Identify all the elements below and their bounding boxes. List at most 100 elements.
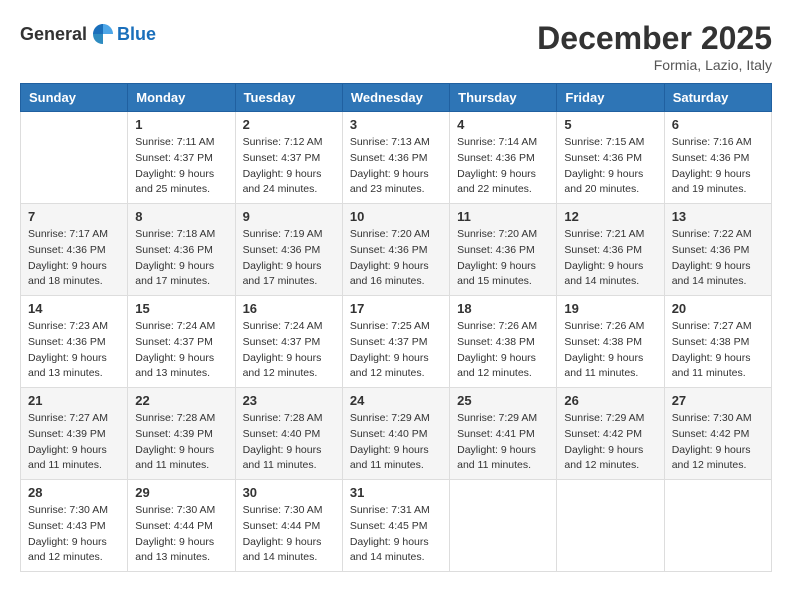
day-cell [21,112,128,204]
day-cell: 31 Sunrise: 7:31 AMSunset: 4:45 PMDayligh… [342,480,449,572]
day-number: 6 [672,117,764,132]
day-info: Sunrise: 7:21 AMSunset: 4:36 PMDaylight:… [564,227,656,290]
day-cell: 10Sunrise: 7:20 AMSunset: 4:36 PMDayligh… [342,204,449,296]
day-info: Sunrise: 7:29 AMSunset: 4:41 PMDaylight:… [457,411,549,474]
day-cell: 18Sunrise: 7:26 AMSunset: 4:38 PMDayligh… [450,296,557,388]
day-info: Sunrise: 7:12 AMSunset: 4:37 PMDaylight:… [243,135,335,198]
day-cell: 8Sunrise: 7:18 AMSunset: 4:36 PMDaylight… [128,204,235,296]
day-number: 15 [135,301,227,316]
day-number: 7 [28,209,120,224]
day-cell: 7 Sunrise: 7:17 AMSunset: 4:36 PMDaylight… [21,204,128,296]
day-cell: 17 Sunrise: 7:25 AMSunset: 4:37 PMDayligh… [342,296,449,388]
day-cell: 3Sunrise: 7:13 AMSunset: 4:36 PMDaylight… [342,112,449,204]
day-number: 17 [350,301,442,316]
day-cell: 5 Sunrise: 7:15 AMSunset: 4:36 PMDaylight… [557,112,664,204]
day-cell: 15 Sunrise: 7:24 AMSunset: 4:37 PMDayligh… [128,296,235,388]
calendar-table: SundayMondayTuesdayWednesdayThursdayFrid… [20,83,772,572]
day-number: 11 [457,209,549,224]
day-info: Sunrise: 7:23 AMSunset: 4:36 PMDaylight:… [28,319,120,382]
day-number: 29 [135,485,227,500]
day-cell: 4Sunrise: 7:14 AMSunset: 4:36 PMDaylight… [450,112,557,204]
day-number: 5 [564,117,656,132]
column-header-monday: Monday [128,84,235,112]
day-info: Sunrise: 7:30 AMSunset: 4:42 PMDaylight:… [672,411,764,474]
day-cell: 26Sunrise: 7:29 AMSunset: 4:42 PMDayligh… [557,388,664,480]
day-number: 9 [243,209,335,224]
day-cell [557,480,664,572]
logo-general: General [20,24,87,45]
day-cell: 14 Sunrise: 7:23 AMSunset: 4:36 PMDayligh… [21,296,128,388]
day-info: Sunrise: 7:17 AMSunset: 4:36 PMDaylight:… [28,227,120,290]
day-number: 19 [564,301,656,316]
day-number: 10 [350,209,442,224]
column-header-saturday: Saturday [664,84,771,112]
day-cell: 16Sunrise: 7:24 AMSunset: 4:37 PMDayligh… [235,296,342,388]
day-info: Sunrise: 7:28 AMSunset: 4:39 PMDaylight:… [135,411,227,474]
day-cell: 9 Sunrise: 7:19 AMSunset: 4:36 PMDaylight… [235,204,342,296]
day-info: Sunrise: 7:15 AMSunset: 4:36 PMDaylight:… [564,135,656,198]
day-cell: 27 Sunrise: 7:30 AMSunset: 4:42 PMDayligh… [664,388,771,480]
day-info: Sunrise: 7:13 AMSunset: 4:36 PMDaylight:… [350,135,442,198]
day-number: 14 [28,301,120,316]
day-cell: 1 Sunrise: 7:11 AMSunset: 4:37 PMDaylight… [128,112,235,204]
day-info: Sunrise: 7:24 AMSunset: 4:37 PMDaylight:… [135,319,227,382]
day-cell: 21 Sunrise: 7:27 AMSunset: 4:39 PMDayligh… [21,388,128,480]
day-cell: 30 Sunrise: 7:30 AMSunset: 4:44 PMDayligh… [235,480,342,572]
day-info: Sunrise: 7:31 AMSunset: 4:45 PMDaylight:… [350,503,442,566]
day-number: 21 [28,393,120,408]
week-row-5: 28 Sunrise: 7:30 AMSunset: 4:43 PMDayligh… [21,480,772,572]
page-header: General Blue December 2025 Formia, Lazio… [20,20,772,73]
day-number: 30 [243,485,335,500]
day-number: 27 [672,393,764,408]
month-title: December 2025 [537,20,772,57]
day-number: 16 [243,301,335,316]
day-info: Sunrise: 7:27 AMSunset: 4:38 PMDaylight:… [672,319,764,382]
logo: General Blue [20,20,156,48]
header-row: SundayMondayTuesdayWednesdayThursdayFrid… [21,84,772,112]
day-info: Sunrise: 7:30 AMSunset: 4:44 PMDaylight:… [135,503,227,566]
day-cell: 13Sunrise: 7:22 AMSunset: 4:36 PMDayligh… [664,204,771,296]
day-info: Sunrise: 7:25 AMSunset: 4:37 PMDaylight:… [350,319,442,382]
day-number: 26 [564,393,656,408]
day-cell: 22Sunrise: 7:28 AMSunset: 4:39 PMDayligh… [128,388,235,480]
day-info: Sunrise: 7:27 AMSunset: 4:39 PMDaylight:… [28,411,120,474]
day-number: 1 [135,117,227,132]
day-number: 20 [672,301,764,316]
day-number: 13 [672,209,764,224]
week-row-1: 1 Sunrise: 7:11 AMSunset: 4:37 PMDaylight… [21,112,772,204]
day-number: 25 [457,393,549,408]
day-number: 24 [350,393,442,408]
location-subtitle: Formia, Lazio, Italy [537,57,772,73]
day-number: 23 [243,393,335,408]
day-cell: 11Sunrise: 7:20 AMSunset: 4:36 PMDayligh… [450,204,557,296]
day-info: Sunrise: 7:30 AMSunset: 4:43 PMDaylight:… [28,503,120,566]
day-cell: 28 Sunrise: 7:30 AMSunset: 4:43 PMDayligh… [21,480,128,572]
day-cell: 24Sunrise: 7:29 AMSunset: 4:40 PMDayligh… [342,388,449,480]
day-info: Sunrise: 7:18 AMSunset: 4:36 PMDaylight:… [135,227,227,290]
column-header-thursday: Thursday [450,84,557,112]
day-info: Sunrise: 7:30 AMSunset: 4:44 PMDaylight:… [243,503,335,566]
day-cell: 23Sunrise: 7:28 AMSunset: 4:40 PMDayligh… [235,388,342,480]
day-cell [450,480,557,572]
day-info: Sunrise: 7:26 AMSunset: 4:38 PMDaylight:… [564,319,656,382]
day-cell: 19 Sunrise: 7:26 AMSunset: 4:38 PMDayligh… [557,296,664,388]
day-number: 28 [28,485,120,500]
title-section: December 2025 Formia, Lazio, Italy [537,20,772,73]
day-number: 2 [243,117,335,132]
day-cell [664,480,771,572]
week-row-4: 21 Sunrise: 7:27 AMSunset: 4:39 PMDayligh… [21,388,772,480]
logo-icon [89,20,117,48]
week-row-3: 14 Sunrise: 7:23 AMSunset: 4:36 PMDayligh… [21,296,772,388]
day-cell: 2 Sunrise: 7:12 AMSunset: 4:37 PMDaylight… [235,112,342,204]
day-cell: 12 Sunrise: 7:21 AMSunset: 4:36 PMDayligh… [557,204,664,296]
day-info: Sunrise: 7:19 AMSunset: 4:36 PMDaylight:… [243,227,335,290]
day-cell: 20 Sunrise: 7:27 AMSunset: 4:38 PMDayligh… [664,296,771,388]
day-info: Sunrise: 7:11 AMSunset: 4:37 PMDaylight:… [135,135,227,198]
column-header-wednesday: Wednesday [342,84,449,112]
week-row-2: 7 Sunrise: 7:17 AMSunset: 4:36 PMDaylight… [21,204,772,296]
day-cell: 25 Sunrise: 7:29 AMSunset: 4:41 PMDayligh… [450,388,557,480]
day-number: 12 [564,209,656,224]
day-number: 31 [350,485,442,500]
column-header-friday: Friday [557,84,664,112]
column-header-sunday: Sunday [21,84,128,112]
